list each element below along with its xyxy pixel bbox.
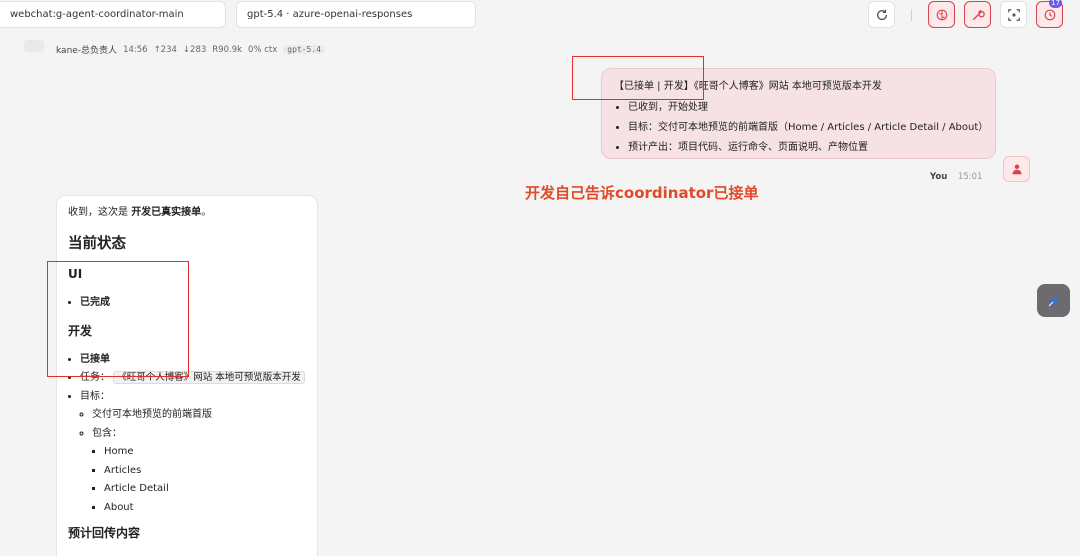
annotation-text: 开发自己告诉coordinator已接单 xyxy=(525,184,759,202)
user-icon xyxy=(1012,164,1021,175)
dev-list: 已接单 任务： 《旺哥个人博客》网站 本地可预览版本开发 目标： 交付可本地预览… xyxy=(68,351,306,518)
pages-list: Home Articles Article Detail About xyxy=(92,443,306,517)
assistant-intro: 收到，这次是 开发已真实接单。 xyxy=(68,206,306,220)
list-item: 目标：交付可本地预览的前端首版（Home / Articles / Articl… xyxy=(628,118,988,138)
user-message-bubble: 【已接单 | 开发】《旺哥个人博客》网站 本地可预览版本开发 已收到，开始处理 … xyxy=(601,68,996,159)
history-button[interactable]: 17 xyxy=(1036,0,1063,28)
list-item: 包含： Home Articles Article Detail About xyxy=(92,425,306,518)
avatar xyxy=(1003,156,1030,182)
expected-heading: 预计回传内容 xyxy=(68,526,141,540)
meta-tokens-up: ↑234 xyxy=(153,44,177,55)
pen-icon xyxy=(1048,295,1059,306)
list-item: Home xyxy=(104,443,306,462)
goal-sublist: 交付可本地预览的前端首版 包含： Home Articles Article D… xyxy=(80,406,306,517)
list-item: 目标： 交付可本地预览的前端首版 包含： Home Articles Artic… xyxy=(80,388,306,518)
list-item: 任务： 《旺哥个人博客》网站 本地可预览版本开发 xyxy=(80,369,306,388)
list-item: 已收到，开始处理 xyxy=(628,98,983,118)
tools-button[interactable] xyxy=(964,1,991,28)
message-meta: kane-总负责人 14:56 ↑234 ↓283 R90.9k 0% ctx … xyxy=(56,43,325,56)
session-selector[interactable]: webchat:g-agent-coordinator-main xyxy=(0,1,226,28)
status-heading: 当前状态 xyxy=(68,236,126,252)
meta-time: 14:56 xyxy=(123,44,148,55)
intro-text: 收到，这次是 xyxy=(68,207,132,218)
ui-list: 已完成 xyxy=(68,294,306,313)
model-selector[interactable]: gpt-5.4 · azure-openai-responses xyxy=(236,1,476,28)
focus-icon xyxy=(1007,8,1020,21)
list-item: 已完成 xyxy=(80,294,306,313)
meta-r: R90.9k xyxy=(212,44,243,55)
list-item: 预计产出：项目代码、运行命令、页面说明、产物位置 xyxy=(628,138,983,158)
user-message-title: 【已接单 | 开发】《旺哥个人博客》网站 本地可预览版本开发 xyxy=(614,81,882,92)
meta-ctx: 0% ctx xyxy=(248,44,278,55)
meta-model-tag: gpt-5.4 xyxy=(283,45,325,54)
meta-tokens-down: ↓283 xyxy=(182,44,207,55)
notification-badge: 17 xyxy=(1049,0,1062,8)
wrench-icon xyxy=(972,9,985,20)
goal-label: 目标： xyxy=(80,390,110,402)
intro-suffix: 。 xyxy=(201,207,212,218)
dev-heading: 开发 xyxy=(68,323,93,338)
floating-action-button[interactable] xyxy=(1037,284,1070,317)
brain-button[interactable] xyxy=(928,1,955,28)
user-message-list: 已收到，开始处理 目标：交付可本地预览的前端首版（Home / Articles… xyxy=(614,98,988,158)
sender-time: 15:01 xyxy=(957,172,983,182)
task-label: 任务： xyxy=(80,372,110,383)
ui-heading: UI xyxy=(68,267,83,281)
assistant-message-card: 收到，这次是 开发已真实接单。 当前状态 UI 已完成 开发 已接单 任务： 《… xyxy=(56,195,318,556)
sender-name: You xyxy=(930,172,948,182)
focus-button[interactable] xyxy=(1000,1,1027,28)
collapse-icon[interactable] xyxy=(24,40,44,52)
list-item: 交付可本地预览的前端首版 xyxy=(92,406,306,425)
intro-bold: 开发已真实接单 xyxy=(131,207,202,218)
task-chip: 《旺哥个人博客》网站 本地可预览版本开发 xyxy=(113,371,305,384)
include-label: 包含： xyxy=(92,427,122,439)
list-item: Article Detail xyxy=(104,480,306,499)
toolbar-divider xyxy=(911,9,912,21)
clock-icon xyxy=(1044,9,1055,20)
list-item: 已接单 xyxy=(80,351,306,370)
brain-icon xyxy=(936,9,947,20)
refresh-button[interactable] xyxy=(868,1,895,28)
list-item: About xyxy=(104,499,306,518)
author-name: kane-总负责人 xyxy=(56,46,118,56)
refresh-icon xyxy=(876,9,887,20)
list-item: Articles xyxy=(104,462,306,481)
user-message-meta: You 15:01 xyxy=(930,172,982,182)
